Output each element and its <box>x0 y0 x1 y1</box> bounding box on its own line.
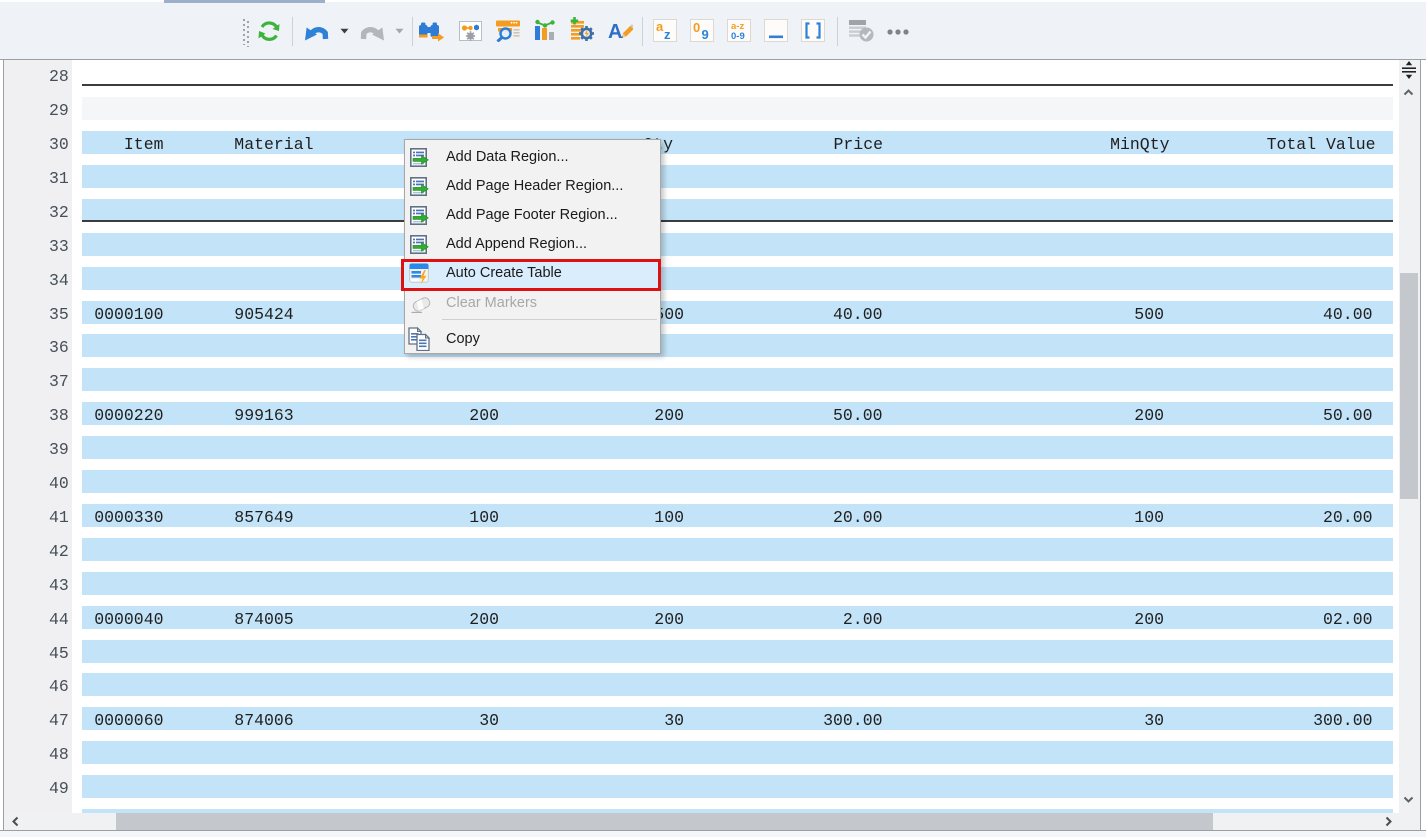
svg-text:z: z <box>664 27 671 42</box>
svg-text:9: 9 <box>702 27 709 42</box>
svg-text:0-9: 0-9 <box>731 31 745 42</box>
svg-text:a: a <box>656 19 664 34</box>
svg-text:A: A <box>608 21 622 41</box>
svg-text:0: 0 <box>693 20 700 35</box>
